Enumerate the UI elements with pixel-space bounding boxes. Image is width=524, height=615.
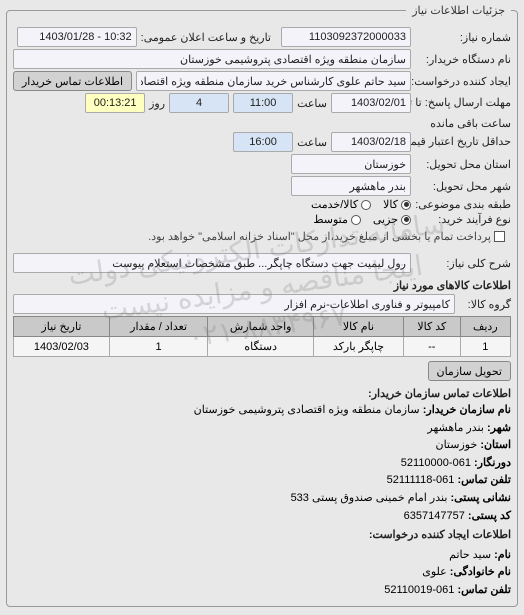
need-desc-field[interactable] xyxy=(13,253,411,273)
requester-title: اطلاعات ایجاد کننده درخواست: xyxy=(13,527,511,545)
v-city: بندر ماهشهر xyxy=(427,422,484,434)
legend-main: جزئیات اطلاعات نیاز xyxy=(406,4,511,17)
radio-kala-label: کالا xyxy=(383,198,398,211)
label-province: استان محل تحویل: xyxy=(415,158,511,171)
radio-mid-label: متوسط xyxy=(313,213,348,226)
need-no-field[interactable] xyxy=(281,27,411,47)
radio-khadamat-label: کالا/خدمت xyxy=(311,198,358,211)
radio-partial-label: جزیی xyxy=(373,213,398,226)
contact-title: اطلاعات تماس سازمان خریدار: xyxy=(13,387,511,400)
answer-date-field[interactable] xyxy=(331,93,411,113)
validity-time-field[interactable] xyxy=(233,132,293,152)
l-postal: نشانی پستی: xyxy=(450,492,511,504)
th-row: ردیف xyxy=(460,317,510,337)
th-unit: واحد شمارش xyxy=(208,317,314,337)
announce-time-field[interactable] xyxy=(17,27,137,47)
cell-date: 1403/02/03 xyxy=(14,337,110,357)
items-table: ردیف کد کالا نام کالا واحد شمارش تعداد /… xyxy=(13,316,511,357)
v-phone2: 061-52110019 xyxy=(384,584,454,596)
label-group: گروه کالا: xyxy=(459,298,511,311)
l-lname: نام خانوادگی: xyxy=(450,566,511,578)
v-fax: 061-52110000 xyxy=(401,457,471,469)
city-field[interactable] xyxy=(291,176,411,196)
l-phone: تلفن تماس: xyxy=(457,474,511,486)
l-fax: دورنگار: xyxy=(474,457,511,469)
th-date: تاریخ نیاز xyxy=(14,317,110,337)
label-saat-1: ساعت xyxy=(297,97,327,110)
label-answer-deadline: مهلت ارسال پاسخ: تا تاریخ: xyxy=(415,97,511,109)
l-province: استان: xyxy=(480,439,511,451)
l-postcode: کد پستی: xyxy=(468,510,511,522)
label-roz: روز xyxy=(149,97,165,110)
label-need-no: شماره نیاز: xyxy=(415,31,511,44)
need-details-fieldset: جزئیات اطلاعات نیاز شماره نیاز: تاریخ و … xyxy=(6,4,518,607)
v-name: سید حاتم xyxy=(449,549,491,561)
label-saat-2: ساعت xyxy=(297,136,327,149)
radio-dot-icon xyxy=(401,215,411,225)
v-postcode: 6357147757 xyxy=(404,510,465,522)
v-lname: علوی xyxy=(422,566,447,578)
cell-unit: دستگاه xyxy=(208,337,314,357)
requester-field[interactable] xyxy=(136,71,411,91)
radio-partial[interactable]: جزیی xyxy=(373,213,411,226)
org-delivery-button[interactable]: تحویل سازمان xyxy=(428,361,512,381)
v-province: خوزستان xyxy=(435,439,477,451)
label-remain: ساعت باقی مانده xyxy=(430,117,511,130)
answer-days-field[interactable] xyxy=(169,93,229,113)
settlement-note: پرداخت تمام یا بخشی از مبلغ خرید،از محل … xyxy=(148,230,491,243)
l-org-name: نام سازمان خریدار: xyxy=(423,404,511,416)
contact-buyer-button[interactable]: اطلاعات تماس خریدار xyxy=(13,71,132,91)
radio-khadamat[interactable]: کالا/خدمت xyxy=(311,198,371,211)
th-code: کد کالا xyxy=(403,317,460,337)
province-field[interactable] xyxy=(291,154,411,174)
answer-remain-field xyxy=(85,93,145,113)
label-buy-process: نوع فرآیند خرید: xyxy=(415,213,511,226)
contact-block: نام سازمان خریدار: سازمان منطقه ویژه اقت… xyxy=(13,402,511,600)
radio-dot-icon xyxy=(351,215,361,225)
cell-row: 1 xyxy=(460,337,510,357)
label-validity: حداقل تاریخ اعتبار قیمت: تا تاریخ: xyxy=(415,136,511,148)
table-header-row: ردیف کد کالا نام کالا واحد شمارش تعداد /… xyxy=(14,317,511,337)
th-name: نام کالا xyxy=(314,317,404,337)
l-phone2: تلفن تماس: xyxy=(457,584,511,596)
label-announce-time: تاریخ و ساعت اعلان عمومی: xyxy=(141,31,271,44)
cell-qty: 1 xyxy=(109,337,208,357)
label-need-desc: شرح کلی نیاز: xyxy=(415,257,511,270)
table-row[interactable]: 1 -- چاپگر بارکد دستگاه 1 1403/02/03 xyxy=(14,337,511,357)
v-postal: بندر امام خمینی صندوق پستی 533 xyxy=(291,492,448,504)
label-requester: ایجاد کننده درخواست: xyxy=(415,75,511,88)
answer-time-field[interactable] xyxy=(233,93,293,113)
l-city: شهر: xyxy=(487,422,511,434)
th-qty: تعداد / مقدار xyxy=(109,317,208,337)
label-subject-type: طبقه بندی موضوعی: xyxy=(415,198,511,211)
radio-kala[interactable]: کالا xyxy=(383,198,411,211)
v-org-name: سازمان منطقه ویژه اقتصادی پتروشیمی خوزست… xyxy=(194,404,420,416)
radio-dot-icon xyxy=(401,200,411,210)
group-field[interactable] xyxy=(13,294,455,314)
settlement-checkbox[interactable]: پرداخت تمام یا بخشی از مبلغ خرید،از محل … xyxy=(148,230,505,243)
radio-dot-icon xyxy=(361,200,371,210)
buyer-org-field[interactable] xyxy=(13,49,411,69)
radio-mid[interactable]: متوسط xyxy=(313,213,361,226)
cell-code: -- xyxy=(403,337,460,357)
l-name: نام: xyxy=(494,549,511,561)
validity-date-field[interactable] xyxy=(331,132,411,152)
checkbox-icon xyxy=(494,231,505,242)
buy-process-radios: جزیی متوسط xyxy=(313,213,411,226)
items-title: اطلاعات کالاهای مورد نیاز xyxy=(13,279,511,292)
cell-name: چاپگر بارکد xyxy=(314,337,404,357)
subject-type-radios: کالا کالا/خدمت xyxy=(311,198,411,211)
label-city: شهر محل تحویل: xyxy=(415,180,511,193)
v-phone: 061-52111118 xyxy=(387,474,455,486)
label-buyer-org: نام دستگاه خریدار: xyxy=(415,53,511,66)
